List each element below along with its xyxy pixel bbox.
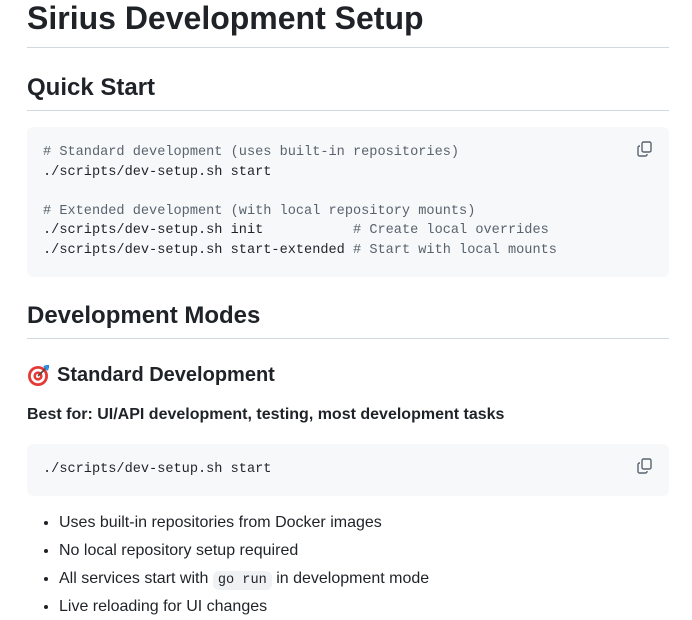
inline-code: go run <box>212 571 272 590</box>
code-comment: # Standard development (uses built-in re… <box>43 145 460 160</box>
copy-code-button[interactable] <box>635 139 655 159</box>
code-comment: # Create local overrides <box>353 223 549 239</box>
code-line: ./scripts/dev-setup.sh start <box>43 462 272 477</box>
copy-icon <box>637 141 652 157</box>
code-line: ./scripts/dev-setup.sh init # Create loc… <box>43 221 653 241</box>
list-item: Uses built-in repositories from Docker i… <box>59 509 429 537</box>
list-item: All services start with go run in develo… <box>59 565 429 593</box>
list-item: Live reloading for UI changes <box>59 593 429 620</box>
list-item: No local repository setup required <box>59 537 429 565</box>
standard-development-heading: Standard Development <box>27 362 275 388</box>
page-title: Sirius Development Setup <box>27 0 669 48</box>
code-line: ./scripts/dev-setup.sh start-extended # … <box>43 241 653 261</box>
quick-start-code-block: # Standard development (uses built-in re… <box>27 127 669 277</box>
code-line: ./scripts/dev-setup.sh start <box>43 164 272 180</box>
list-item-text: All services start with <box>59 570 213 587</box>
code-comment: # Extended development (with local repos… <box>43 203 476 219</box>
target-icon <box>28 365 49 386</box>
quick-start-heading: Quick Start <box>27 73 669 111</box>
code-command: ./scripts/dev-setup.sh init <box>43 223 353 239</box>
development-modes-heading: Development Modes <box>27 301 669 339</box>
list-item-text: in development mode <box>271 570 430 587</box>
standard-development-title: Standard Development <box>57 364 275 386</box>
standard-code-block: ./scripts/dev-setup.sh start <box>27 444 669 496</box>
code-comment: # Start with local mounts <box>353 242 557 258</box>
features-list: Uses built-in repositories from Docker i… <box>27 509 429 620</box>
copy-icon <box>637 458 652 474</box>
best-for-text: Best for: UI/API development, testing, m… <box>27 406 505 423</box>
code-command: ./scripts/dev-setup.sh start-extended <box>43 242 353 258</box>
copy-code-button[interactable] <box>635 456 655 476</box>
